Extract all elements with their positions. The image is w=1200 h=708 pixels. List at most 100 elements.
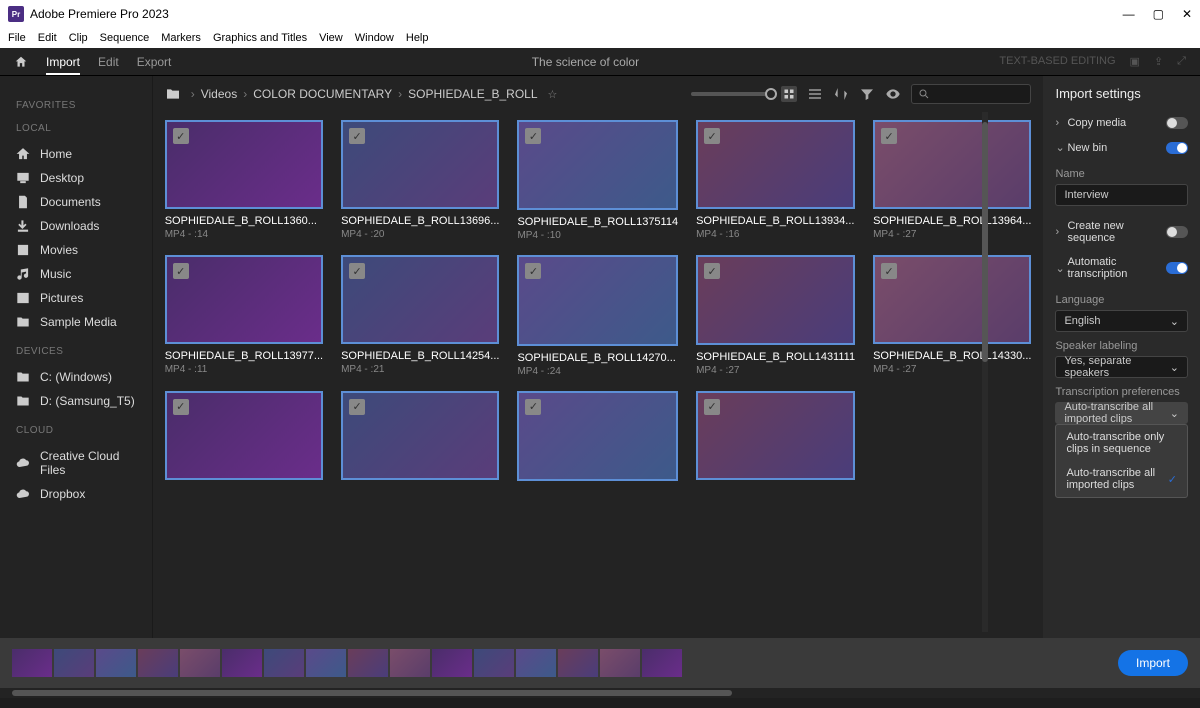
clip-thumbnail[interactable]: ✓ xyxy=(696,120,855,209)
toggle-create-sequence[interactable] xyxy=(1166,226,1188,238)
minimize-icon[interactable]: — xyxy=(1123,7,1135,21)
queue-thumbnail[interactable] xyxy=(474,649,514,677)
toggle-new-bin[interactable] xyxy=(1166,142,1188,154)
queue-thumbnail[interactable] xyxy=(96,649,136,677)
language-select[interactable]: English⌄ xyxy=(1055,310,1188,332)
sidebar-item-movies[interactable]: Movies xyxy=(16,238,136,262)
menu-clip[interactable]: Clip xyxy=(69,32,88,44)
clip-thumbnail[interactable]: ✓ xyxy=(517,120,678,210)
transcription-dropdown[interactable]: Auto-transcribe only clips in sequenceAu… xyxy=(1055,424,1188,498)
clip-thumbnail[interactable]: ✓ xyxy=(165,391,323,480)
sidebar-item-d-samsung-t5-[interactable]: D: (Samsung_T5) xyxy=(16,389,136,413)
clip-card[interactable]: ✓SOPHIEDALE_B_ROLL1360...MP4 - :14 xyxy=(165,120,323,241)
dropdown-option[interactable]: Auto-transcribe all imported clips✓ xyxy=(1056,461,1187,497)
clip-thumbnail[interactable]: ✓ xyxy=(517,391,678,481)
queue-thumbnail[interactable] xyxy=(12,649,52,677)
queue-thumbnail[interactable] xyxy=(558,649,598,677)
sidebar-item-documents[interactable]: Documents xyxy=(16,190,136,214)
clip-thumbnail[interactable]: ✓ xyxy=(696,391,855,480)
clip-checkbox[interactable]: ✓ xyxy=(704,263,720,279)
clip-thumbnail[interactable]: ✓ xyxy=(873,120,1031,209)
breadcrumb-segment[interactable]: SOPHIEDALE_B_ROLL xyxy=(408,87,537,101)
queue-thumbnail[interactable] xyxy=(348,649,388,677)
star-icon[interactable]: ☆ xyxy=(548,88,558,101)
sidebar-item-creative-cloud-files[interactable]: Creative Cloud Files xyxy=(16,444,136,482)
menu-edit[interactable]: Edit xyxy=(38,32,57,44)
queue-thumbnail[interactable] xyxy=(222,649,262,677)
sidebar-item-dropbox[interactable]: Dropbox xyxy=(16,482,136,506)
clip-checkbox[interactable]: ✓ xyxy=(881,128,897,144)
dropdown-option[interactable]: Auto-transcribe only clips in sequence xyxy=(1056,425,1187,461)
menu-graphics-and-titles[interactable]: Graphics and Titles xyxy=(213,32,307,44)
clip-checkbox[interactable]: ✓ xyxy=(704,399,720,415)
sidebar-item-desktop[interactable]: Desktop xyxy=(16,166,136,190)
clip-thumbnail[interactable]: ✓ xyxy=(696,255,855,344)
menu-file[interactable]: File xyxy=(8,32,26,44)
clip-card[interactable]: ✓SOPHIEDALE_B_ROLL1431111MP4 - :27 xyxy=(696,255,855,376)
grid-scrollbar[interactable] xyxy=(982,112,988,632)
toggle-copy-media[interactable] xyxy=(1166,117,1188,129)
grid-view-icon[interactable] xyxy=(781,86,797,102)
section-copy-media[interactable]: › Copy media xyxy=(1055,111,1188,135)
clip-checkbox[interactable]: ✓ xyxy=(525,263,541,279)
sort-icon[interactable] xyxy=(833,86,849,102)
close-icon[interactable]: ✕ xyxy=(1182,7,1192,21)
clip-checkbox[interactable]: ✓ xyxy=(525,399,541,415)
clip-checkbox[interactable]: ✓ xyxy=(173,128,189,144)
clip-card[interactable]: ✓SOPHIEDALE_B_ROLL13964...MP4 - :27 xyxy=(873,120,1031,241)
sidebar-item-downloads[interactable]: Downloads xyxy=(16,214,136,238)
sidebar-item-home[interactable]: Home xyxy=(16,142,136,166)
fullscreen-icon[interactable]: ⤢ xyxy=(1177,55,1186,68)
clip-checkbox[interactable]: ✓ xyxy=(349,128,365,144)
clip-card[interactable]: ✓SOPHIEDALE_B_ROLL13696...MP4 - :20 xyxy=(341,120,499,241)
clip-card[interactable]: ✓SOPHIEDALE_B_ROLL13977...MP4 - :11 xyxy=(165,255,323,376)
maximize-icon[interactable]: ▢ xyxy=(1153,7,1164,21)
clip-checkbox[interactable]: ✓ xyxy=(173,399,189,415)
menu-help[interactable]: Help xyxy=(406,32,429,44)
clip-card[interactable]: ✓SOPHIEDALE_B_ROLL14254...MP4 - :21 xyxy=(341,255,499,376)
clip-checkbox[interactable]: ✓ xyxy=(173,263,189,279)
clip-card[interactable]: ✓ xyxy=(341,391,499,481)
section-auto-transcription[interactable]: ⌄ Automatic transcription xyxy=(1055,250,1188,286)
menu-markers[interactable]: Markers xyxy=(161,32,201,44)
tab-edit[interactable]: Edit xyxy=(98,55,119,69)
queue-thumbnail[interactable] xyxy=(138,649,178,677)
text-editing-label[interactable]: TEXT-BASED EDITING xyxy=(999,55,1115,68)
menu-view[interactable]: View xyxy=(319,32,343,44)
clip-card[interactable]: ✓ xyxy=(165,391,323,481)
breadcrumb[interactable]: ›Videos›COLOR DOCUMENTARY›SOPHIEDALE_B_R… xyxy=(191,87,538,101)
list-view-icon[interactable] xyxy=(807,86,823,102)
section-new-bin[interactable]: ⌄ New bin xyxy=(1055,135,1188,160)
clip-card[interactable]: ✓ xyxy=(696,391,855,481)
clip-thumbnail[interactable]: ✓ xyxy=(873,255,1031,344)
quick-export-icon[interactable]: ▣ xyxy=(1130,55,1140,68)
queue-thumbnail[interactable] xyxy=(264,649,304,677)
clip-thumbnail[interactable]: ✓ xyxy=(165,255,323,344)
queue-thumbnail[interactable] xyxy=(600,649,640,677)
breadcrumb-segment[interactable]: COLOR DOCUMENTARY xyxy=(253,87,392,101)
queue-thumbnail[interactable] xyxy=(54,649,94,677)
filter-icon[interactable] xyxy=(859,86,875,102)
sidebar-item-c-windows-[interactable]: C: (Windows) xyxy=(16,365,136,389)
queue-thumbnail[interactable] xyxy=(642,649,682,677)
queue-thumbnail[interactable] xyxy=(432,649,472,677)
bin-name-input[interactable]: Interview xyxy=(1055,184,1188,206)
speaker-select[interactable]: Yes, separate speakers⌄ xyxy=(1055,356,1188,378)
directory-icon[interactable] xyxy=(165,86,181,102)
strip-scrollbar[interactable] xyxy=(0,688,1200,698)
clip-thumbnail[interactable]: ✓ xyxy=(341,120,499,209)
clip-checkbox[interactable]: ✓ xyxy=(704,128,720,144)
thumbnail-zoom-slider[interactable] xyxy=(691,92,771,96)
queue-thumbnail[interactable] xyxy=(390,649,430,677)
transcription-pref-select[interactable]: Auto-transcribe all imported clips⌄ xyxy=(1055,402,1188,424)
clip-thumbnail[interactable]: ✓ xyxy=(341,255,499,344)
share-icon[interactable]: ⇪ xyxy=(1154,55,1163,68)
home-icon[interactable] xyxy=(14,55,28,69)
clip-checkbox[interactable]: ✓ xyxy=(349,399,365,415)
queue-thumbnail[interactable] xyxy=(180,649,220,677)
search-input[interactable] xyxy=(911,84,1031,104)
menu-window[interactable]: Window xyxy=(355,32,394,44)
clip-card[interactable]: ✓SOPHIEDALE_B_ROLL14270...MP4 - :24 xyxy=(517,255,678,376)
queue-thumbnail[interactable] xyxy=(516,649,556,677)
toggle-auto-transcription[interactable] xyxy=(1166,262,1188,274)
